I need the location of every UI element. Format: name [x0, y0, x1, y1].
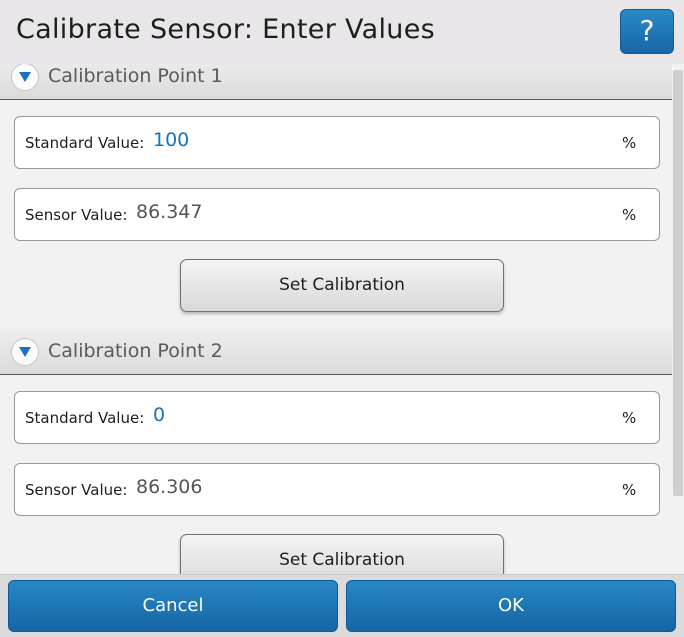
sensor-value-label: Sensor Value:: [25, 481, 128, 499]
dialog-footer: Cancel OK: [0, 574, 684, 637]
section-header-calibration-point-1[interactable]: Calibration Point 1: [0, 64, 672, 100]
standard-value-label: Standard Value:: [25, 409, 145, 427]
unit-label: %: [622, 134, 637, 152]
ok-button[interactable]: OK: [346, 580, 676, 632]
standard-value-field-2[interactable]: Standard Value: 0 %: [14, 391, 660, 444]
dialog-title: Calibrate Sensor: Enter Values: [16, 14, 435, 45]
unit-label: %: [622, 409, 637, 427]
help-button[interactable]: ?: [620, 9, 674, 54]
standard-value-input[interactable]: 0: [153, 404, 165, 426]
sensor-value-readout: 86.306: [136, 476, 203, 498]
standard-value-field-1[interactable]: Standard Value: 100 %: [14, 116, 660, 169]
sensor-value-readout: 86.347: [136, 201, 203, 223]
section-title: Calibration Point 2: [48, 340, 223, 362]
set-calibration-button-2[interactable]: Set Calibration: [180, 534, 504, 574]
unit-label: %: [622, 481, 637, 499]
title-bar: Calibrate Sensor: Enter Values ?: [0, 0, 684, 64]
calibrate-sensor-dialog: Calibrate Sensor: Enter Values ? Calibra…: [0, 0, 684, 637]
standard-value-label: Standard Value:: [25, 134, 145, 152]
unit-label: %: [622, 206, 637, 224]
calibration-scroll-area[interactable]: Calibration Point 1 Standard Value: 100 …: [0, 64, 672, 574]
set-calibration-button-1[interactable]: Set Calibration: [180, 259, 504, 312]
standard-value-input[interactable]: 100: [153, 129, 189, 151]
sensor-value-field-2: Sensor Value: 86.306 %: [14, 463, 660, 516]
sensor-value-field-1: Sensor Value: 86.347 %: [14, 188, 660, 241]
section-header-calibration-point-2[interactable]: Calibration Point 2: [0, 329, 672, 375]
section-title: Calibration Point 1: [48, 65, 223, 87]
cancel-button[interactable]: Cancel: [8, 580, 338, 632]
vertical-scrollbar[interactable]: [673, 70, 683, 496]
collapse-chevron-icon[interactable]: [11, 338, 39, 366]
collapse-chevron-icon[interactable]: [11, 64, 39, 91]
sensor-value-label: Sensor Value:: [25, 206, 128, 224]
